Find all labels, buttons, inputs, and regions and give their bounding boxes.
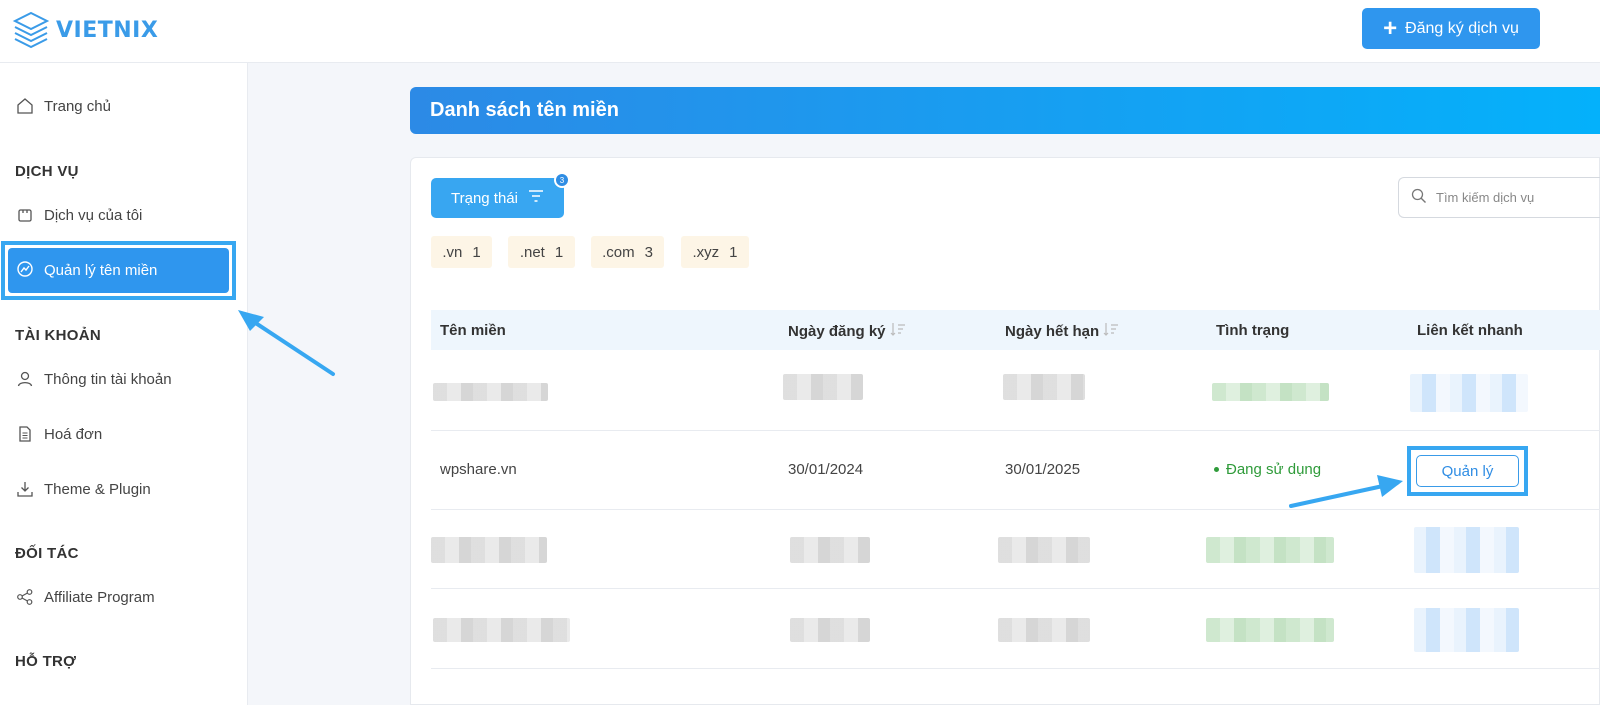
- blurred-date: [790, 537, 870, 563]
- register-service-label: Đăng ký dịch vụ: [1405, 19, 1519, 37]
- highlight-box-domain-manage: Quản lý tên miền: [1, 241, 236, 300]
- blurred-date: [998, 537, 1090, 563]
- download-icon: [16, 480, 34, 498]
- sort-icon: [890, 322, 906, 340]
- expiry-date: 30/01/2025: [1005, 461, 1081, 478]
- sidebar-item-label: Theme & Plugin: [44, 480, 151, 498]
- section-title-support: HỖ TRỢ: [15, 653, 77, 670]
- blurred-domain: [433, 383, 548, 401]
- sidebar-item-domain-manage[interactable]: Quản lý tên miền: [8, 248, 229, 293]
- plus-icon: +: [1383, 14, 1398, 42]
- section-title-services: DỊCH VỤ: [15, 163, 79, 180]
- registered-date: 30/01/2024: [788, 461, 864, 478]
- sidebar-item-my-services[interactable]: Dịch vụ của tôi: [16, 206, 142, 224]
- blurred-action: [1414, 527, 1519, 573]
- manage-button[interactable]: Quản lý: [1416, 455, 1519, 487]
- tld-chip-name: .net: [519, 243, 545, 261]
- sort-icon: [1103, 322, 1119, 340]
- blurred-status: [1206, 618, 1334, 642]
- sidebar-item-affiliate[interactable]: Affiliate Program: [16, 588, 155, 606]
- tld-chip-xyz[interactable]: .xyz 1: [681, 236, 749, 268]
- sidebar-item-label: Thông tin tài khoản: [44, 370, 172, 388]
- tld-chip-net[interactable]: .net 1: [508, 236, 575, 268]
- sidebar-item-label: Dịch vụ của tôi: [44, 206, 143, 224]
- column-header-expires[interactable]: Ngày hết hạn: [1005, 322, 1119, 340]
- filter-icon: [528, 189, 544, 207]
- blurred-action: [1410, 374, 1528, 412]
- row-divider: [431, 430, 1600, 431]
- row-divider: [431, 588, 1600, 589]
- logo-text: VIETNIX: [56, 17, 159, 43]
- sidebar-item-label: Hoá đơn: [44, 425, 103, 443]
- domain-name[interactable]: wpshare.vn: [440, 461, 517, 478]
- blurred-domain: [433, 618, 570, 642]
- box-icon: [16, 206, 34, 224]
- page-title: Danh sách tên miền: [430, 99, 619, 121]
- invoice-icon: [16, 425, 34, 443]
- sidebar-item-label: Quản lý tên miền: [44, 262, 158, 279]
- tld-chip-name: .com: [602, 243, 635, 261]
- status-filter-label: Trạng thái: [451, 189, 518, 207]
- tld-chip-name: .vn: [442, 243, 463, 261]
- status-text: Đang sử dụng: [1226, 461, 1322, 478]
- sidebar-item-label: Trang chủ: [44, 97, 111, 115]
- tld-chip-count: 1: [729, 243, 738, 261]
- section-title-partner: ĐỐI TÁC: [15, 545, 79, 562]
- sidebar-item-label: Affiliate Program: [44, 588, 155, 606]
- tld-chip-name: .xyz: [692, 243, 720, 261]
- column-header-label: Ngày đăng ký: [788, 322, 886, 340]
- blurred-date: [1003, 374, 1085, 400]
- blurred-date: [790, 618, 870, 642]
- row-divider: [431, 668, 1600, 669]
- column-header-quick-links: Liên kết nhanh: [1417, 322, 1523, 339]
- tld-chip-count: 1: [554, 243, 564, 261]
- globe-icon: [16, 260, 34, 282]
- share-icon: [16, 588, 34, 606]
- vietnix-logo[interactable]: VIETNIX: [12, 10, 158, 50]
- page-title-bar: Danh sách tên miền: [410, 87, 1600, 134]
- sidebar: Trang chủ DỊCH VỤ Dịch vụ của tôi Quản l…: [0, 63, 248, 705]
- column-header-label: Tình trạng: [1216, 322, 1290, 339]
- status-dot-icon: [1214, 467, 1219, 472]
- blurred-status: [1212, 383, 1329, 401]
- search-input[interactable]: Tìm kiếm dịch vụ: [1398, 177, 1600, 218]
- tld-chip-vn[interactable]: .vn 1: [431, 236, 492, 268]
- status-filter-count-badge: 3: [554, 172, 570, 188]
- highlight-box-manage: Quản lý: [1407, 446, 1528, 496]
- blurred-date: [783, 374, 863, 400]
- section-title-account: TÀI KHOẢN: [15, 327, 102, 344]
- status-filter-button[interactable]: Trạng thái: [431, 178, 564, 218]
- column-header-label: Tên miền: [440, 322, 506, 339]
- status-badge: Đang sử dụng: [1214, 461, 1321, 478]
- tld-chip-count: 1: [472, 243, 481, 261]
- sidebar-item-home[interactable]: Trang chủ: [16, 97, 111, 115]
- column-header-domain[interactable]: Tên miền: [440, 322, 506, 339]
- blurred-status: [1206, 537, 1334, 563]
- tld-chip-com[interactable]: .com 3: [591, 236, 664, 268]
- home-icon: [16, 97, 34, 115]
- logo-icon: [12, 11, 50, 49]
- search-placeholder: Tìm kiếm dịch vụ: [1436, 190, 1535, 205]
- sidebar-item-invoices[interactable]: Hoá đơn: [16, 425, 102, 443]
- user-icon: [16, 370, 34, 388]
- top-header: VIETNIX + Đăng ký dịch vụ: [0, 0, 1600, 63]
- sidebar-item-theme-plugin[interactable]: Theme & Plugin: [16, 480, 151, 498]
- column-header-label: Liên kết nhanh: [1417, 322, 1523, 339]
- blurred-date: [998, 618, 1090, 642]
- register-service-button[interactable]: + Đăng ký dịch vụ: [1362, 8, 1540, 49]
- column-header-status: Tình trạng: [1216, 322, 1289, 339]
- row-divider: [431, 509, 1600, 510]
- column-header-label: Ngày hết hạn: [1005, 322, 1100, 340]
- search-icon: [1411, 188, 1427, 207]
- blurred-domain: [431, 537, 547, 563]
- tld-chip-count: 3: [644, 243, 653, 261]
- blurred-action: [1414, 608, 1519, 652]
- sidebar-item-account-info[interactable]: Thông tin tài khoản: [16, 370, 172, 388]
- column-header-registered[interactable]: Ngày đăng ký: [788, 322, 906, 340]
